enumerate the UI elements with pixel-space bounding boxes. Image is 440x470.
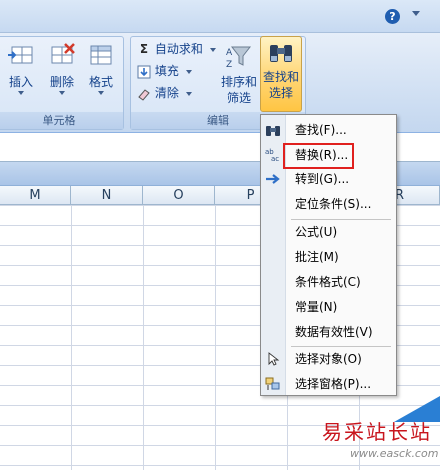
- find-select-label-1: 查找和: [262, 70, 299, 84]
- format-button[interactable]: 格式: [81, 41, 121, 111]
- insert-label: 插入: [8, 75, 33, 89]
- grid-line: [215, 205, 216, 470]
- column-header-o[interactable]: O: [143, 186, 215, 205]
- menu-item-label: 数据有效性(V): [295, 325, 373, 339]
- menu-separator: [291, 346, 391, 347]
- binoculars-icon: [265, 123, 281, 137]
- find-select-button[interactable]: 查找和 选择: [260, 36, 302, 112]
- insert-cells-icon: [8, 46, 33, 64]
- replace-icon: ab ac: [265, 148, 281, 163]
- chevron-down-icon: [209, 47, 216, 52]
- grid-line: [143, 205, 144, 470]
- autosum-button[interactable]: Σ 自动求和: [137, 39, 216, 59]
- sort-filter-icon: A Z: [226, 46, 252, 70]
- clear-label: 清除: [154, 86, 179, 100]
- column-header-m[interactable]: M: [0, 186, 71, 205]
- menu-item-data-validation[interactable]: 数据有效性(V): [261, 321, 396, 343]
- delete-cells-icon: [51, 43, 75, 64]
- menu-item-selection-pane[interactable]: 选择窗格(P)...: [261, 373, 396, 395]
- watermark-url: www.easck.com: [350, 447, 439, 460]
- column-header-n[interactable]: N: [71, 186, 143, 205]
- svg-text:A: A: [226, 48, 233, 58]
- format-label: 格式: [88, 75, 113, 89]
- autosum-label: 自动求和: [154, 42, 203, 56]
- clear-button[interactable]: 清除: [137, 83, 192, 103]
- chevron-down-icon: [98, 91, 104, 95]
- fill-label: 填充: [154, 64, 179, 78]
- menu-item-label: 常量(N): [295, 300, 338, 314]
- menu-item-label: 选择窗格(P)...: [295, 377, 372, 391]
- menu-item-goto[interactable]: 转到(G)...: [261, 168, 396, 190]
- delete-label: 删除: [49, 75, 74, 89]
- delete-button[interactable]: 删除: [42, 41, 82, 111]
- svg-text:Z: Z: [226, 60, 232, 70]
- pointer-icon: [265, 352, 281, 366]
- menu-item-label: 查找(F)...: [295, 123, 347, 137]
- cells-group-label: 单元格: [0, 112, 123, 129]
- fill-button[interactable]: 填充: [137, 61, 192, 81]
- watermark-title: 易采站长站: [322, 420, 432, 444]
- insert-button[interactable]: 插入: [1, 41, 41, 111]
- sort-filter-label-2: 筛选: [226, 91, 251, 105]
- menu-item-select-objects[interactable]: 选择对象(O): [261, 348, 396, 370]
- chevron-down-icon: [185, 91, 192, 96]
- menu-item-label: 批注(M): [295, 250, 339, 264]
- sort-filter-label-1: 排序和: [220, 75, 257, 89]
- ribbon-options-icon[interactable]: [412, 11, 420, 16]
- help-icon[interactable]: ?: [385, 9, 400, 24]
- fill-down-icon: [137, 65, 151, 78]
- menu-item-label: 条件格式(C): [295, 275, 361, 289]
- chevron-down-icon: [59, 91, 65, 95]
- chevron-down-icon: [185, 69, 192, 74]
- arrow-right-icon: [265, 172, 281, 186]
- menu-item-label: 选择对象(O): [295, 352, 362, 366]
- menu-item-label: 公式(U): [295, 225, 338, 239]
- menu-item-goto-special[interactable]: 定位条件(S)...: [261, 193, 396, 215]
- sort-filter-button[interactable]: A Z 排序和 筛选: [219, 41, 259, 111]
- grid-line: [71, 205, 72, 470]
- menu-item-comments[interactable]: 批注(M): [261, 246, 396, 268]
- binoculars-icon: [270, 45, 292, 62]
- menu-item-label: 定位条件(S)...: [295, 197, 372, 211]
- menu-separator: [291, 219, 391, 220]
- sigma-icon: Σ: [139, 42, 149, 56]
- format-cells-icon: [90, 45, 112, 65]
- menu-item-constants[interactable]: 常量(N): [261, 296, 396, 318]
- menu-item-label: 转到(G)...: [295, 172, 350, 186]
- chevron-down-icon: [18, 91, 24, 95]
- menu-item-conditional-formatting[interactable]: 条件格式(C): [261, 271, 396, 293]
- title-strip: ?: [0, 0, 440, 33]
- menu-item-find[interactable]: 查找(F)...: [261, 119, 396, 141]
- cells-group: 插入 删除 格式 单元格: [0, 36, 124, 130]
- menu-item-formulas[interactable]: 公式(U): [261, 221, 396, 243]
- eraser-icon: [138, 88, 150, 101]
- replace-highlight-box: [283, 143, 354, 169]
- find-select-label-2: 选择: [268, 86, 293, 100]
- svg-text:ac: ac: [271, 155, 279, 162]
- selection-pane-icon: [265, 377, 281, 391]
